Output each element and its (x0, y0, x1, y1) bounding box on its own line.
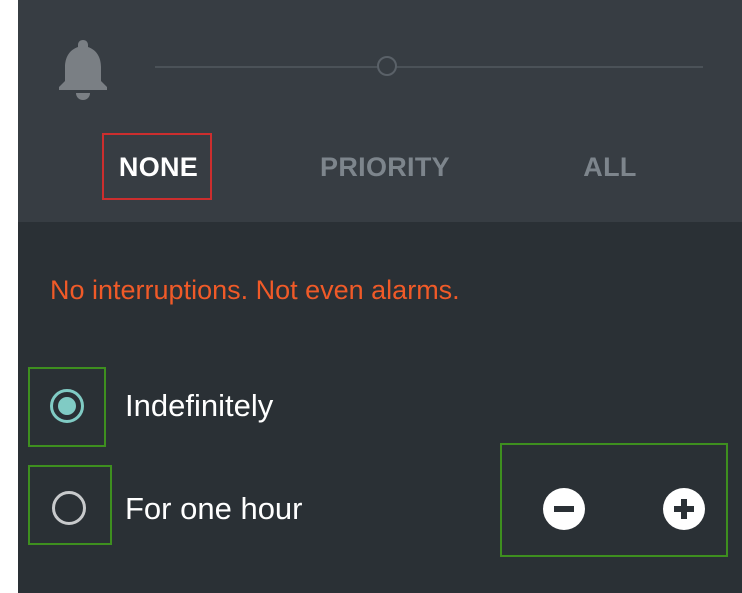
volume-slider-track[interactable] (155, 66, 703, 68)
tab-priority[interactable]: PRIORITY (300, 147, 470, 187)
indefinitely-radio-highlight-box (28, 367, 106, 447)
indefinitely-label[interactable]: Indefinitely (125, 388, 273, 424)
bell-icon (59, 40, 107, 100)
for-one-hour-radio-highlight-box (28, 465, 112, 545)
volume-slider-thumb[interactable] (377, 56, 397, 76)
tab-none-highlight-box (102, 133, 212, 200)
tab-all[interactable]: ALL (560, 147, 660, 187)
duration-stepper-highlight-box (500, 443, 728, 557)
interruptions-message: No interruptions. Not even alarms. (50, 275, 460, 305)
for-one-hour-label[interactable]: For one hour (125, 491, 303, 527)
